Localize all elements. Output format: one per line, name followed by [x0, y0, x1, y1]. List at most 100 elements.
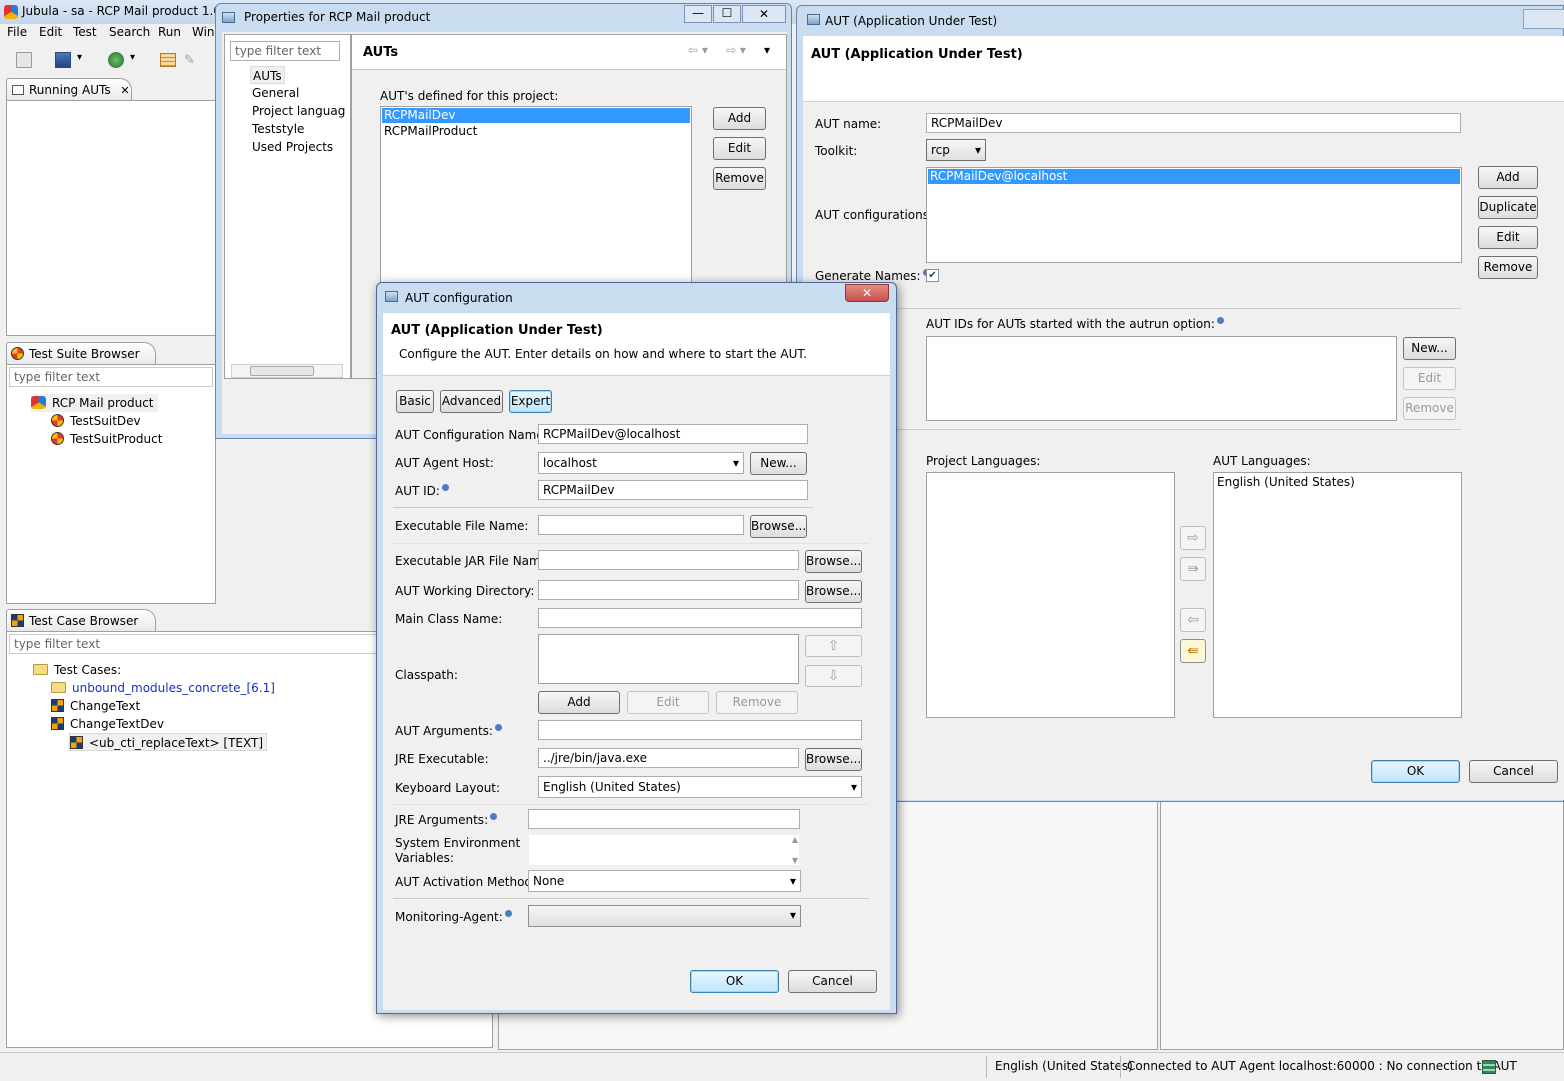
remove-language-button[interactable]: ⇦	[1180, 608, 1206, 632]
nav-item-auts[interactable]: AUTs	[250, 66, 285, 84]
dropdown-arrow-icon[interactable]: ▾	[130, 52, 135, 63]
project-languages-list[interactable]	[926, 472, 1175, 718]
mode-advanced-button[interactable]: Advanced	[440, 390, 503, 413]
keyboard-layout-select[interactable]: English (United States)	[538, 776, 862, 798]
activation-method-select[interactable]: None	[528, 870, 801, 892]
tree-item-project[interactable]: RCP Mail product	[31, 394, 158, 412]
filter-input[interactable]: type filter text	[9, 367, 213, 387]
back-arrow-icon[interactable]: ⇦ ▾	[688, 43, 708, 57]
aut-languages-list[interactable]: English (United States)	[1213, 472, 1462, 718]
remove-all-languages-button[interactable]: ⇚	[1180, 639, 1206, 663]
minimize-button[interactable]: —	[684, 5, 712, 23]
aut-name-input[interactable]: RCPMailDev	[926, 113, 1461, 133]
scroll-down-icon[interactable]: ▼	[792, 856, 798, 865]
save-all-icon[interactable]	[55, 52, 71, 68]
jre-executable-input[interactable]: ../jre/bin/java.exe	[538, 748, 799, 768]
menu-arrow-icon[interactable]: ▾	[764, 43, 770, 57]
nav-filter-input[interactable]: type filter text	[230, 41, 340, 61]
menu-test[interactable]: Test	[73, 25, 97, 39]
close-button[interactable]: ✕	[845, 284, 889, 302]
close-button[interactable]	[1523, 9, 1564, 29]
remove-config-button[interactable]: Remove	[1478, 256, 1538, 279]
list-item[interactable]: RCPMailDev	[382, 108, 690, 123]
browse-jre-button[interactable]: Browse...	[805, 748, 862, 771]
close-icon[interactable]: ✕	[120, 84, 129, 97]
nav-item-teststyle[interactable]: Teststyle	[252, 120, 304, 138]
tree-item-test-case-ref[interactable]: <ub_cti_replaceText> [TEXT]	[69, 733, 268, 751]
tree-item-root[interactable]: Test Cases:	[33, 661, 121, 679]
generate-names-checkbox[interactable]: ✔	[926, 269, 939, 282]
tree-item-suite[interactable]: TestSuitProduct	[51, 430, 162, 448]
aut-arguments-input[interactable]	[538, 720, 862, 740]
new-agent-button[interactable]: New...	[750, 452, 807, 475]
duplicate-config-button[interactable]: Duplicate	[1478, 196, 1538, 219]
save-icon[interactable]	[16, 52, 32, 68]
menu-edit[interactable]: Edit	[39, 25, 62, 39]
nav-item-used-projects[interactable]: Used Projects	[252, 138, 333, 156]
tab-test-case-browser[interactable]: Test Case Browser ✕	[6, 609, 156, 650]
tree-item-test-case[interactable]: ChangeTextDev	[51, 715, 164, 733]
tree-item-category[interactable]: unbound_modules_concrete_[6.1]	[51, 679, 275, 697]
add-all-languages-button[interactable]: ⇛	[1180, 557, 1206, 581]
move-down-button[interactable]: ⇩	[805, 665, 862, 687]
classpath-add-button[interactable]: Add	[538, 691, 620, 714]
edit-aut-id-button[interactable]: Edit	[1403, 367, 1456, 390]
monitoring-agent-select[interactable]	[528, 905, 801, 927]
close-button[interactable]: ✕	[742, 5, 786, 23]
env-variables-textarea[interactable]: ▲ ▼	[528, 834, 800, 866]
horizontal-scrollbar[interactable]	[231, 364, 343, 378]
remove-button[interactable]: Remove	[713, 167, 766, 190]
agent-host-select[interactable]: localhost	[538, 452, 744, 474]
tree-item-suite[interactable]: TestSuitDev	[51, 412, 141, 430]
aut-configurations-list[interactable]: RCPMailDev@localhost	[926, 167, 1462, 263]
browse-working-dir-button[interactable]: Browse...	[805, 580, 862, 603]
move-up-button[interactable]: ⇧	[805, 635, 862, 657]
edit-config-button[interactable]: Edit	[1478, 226, 1538, 249]
list-item[interactable]: English (United States)	[1214, 474, 1461, 491]
remove-aut-id-button[interactable]: Remove	[1403, 397, 1456, 420]
classpath-remove-button[interactable]: Remove	[716, 691, 798, 714]
aut-id-input[interactable]: RCPMailDev	[538, 480, 808, 500]
add-language-button[interactable]: ⇨	[1180, 526, 1206, 550]
add-button[interactable]: Add	[713, 107, 766, 130]
jre-arguments-input[interactable]	[528, 809, 800, 829]
globe-icon[interactable]	[108, 52, 124, 68]
scroll-up-icon[interactable]: ▲	[792, 835, 798, 844]
cancel-button[interactable]: Cancel	[1469, 760, 1558, 783]
nav-item-general[interactable]: General	[252, 84, 299, 102]
ok-button[interactable]: OK	[690, 970, 779, 993]
new-aut-id-button[interactable]: New...	[1403, 337, 1456, 360]
browse-jar-button[interactable]: Browse...	[805, 550, 862, 573]
nav-item-project-languages[interactable]: Project languag	[252, 102, 345, 120]
filter-input[interactable]: type filter text	[9, 634, 379, 654]
maximize-button[interactable]: ☐	[713, 5, 741, 23]
list-item[interactable]: RCPMailProduct	[382, 124, 690, 139]
browse-executable-button[interactable]: Browse...	[750, 515, 807, 538]
edit-button[interactable]: Edit	[713, 137, 766, 160]
menu-search[interactable]: Search	[109, 25, 150, 39]
tab-running-auts[interactable]: Running AUTs ✕	[6, 78, 132, 100]
executable-input[interactable]	[538, 515, 744, 535]
classpath-list[interactable]	[538, 634, 799, 684]
toolkit-select[interactable]: rcp	[926, 139, 986, 161]
autrun-list[interactable]	[926, 336, 1397, 421]
menu-file[interactable]: File	[7, 25, 27, 39]
scroll-thumb[interactable]	[250, 366, 314, 376]
tree-item-test-case[interactable]: ChangeText	[51, 697, 140, 715]
main-class-input[interactable]	[538, 608, 862, 628]
mode-expert-button[interactable]: Expert	[509, 390, 552, 413]
forward-arrow-icon[interactable]: ⇨ ▾	[726, 43, 746, 57]
menu-run[interactable]: Run	[158, 25, 181, 39]
jar-input[interactable]	[538, 550, 799, 570]
table-icon[interactable]	[160, 53, 176, 67]
working-dir-input[interactable]	[538, 580, 799, 600]
list-item[interactable]: RCPMailDev@localhost	[928, 169, 1460, 184]
cancel-button[interactable]: Cancel	[788, 970, 877, 993]
pencil-icon[interactable]: ✎	[184, 53, 195, 68]
menu-window[interactable]: Win	[192, 25, 215, 39]
tab-test-suite-browser[interactable]: Test Suite Browser ✕	[6, 342, 156, 383]
dropdown-arrow-icon[interactable]: ▾	[77, 52, 82, 63]
config-name-input[interactable]: RCPMailDev@localhost	[538, 424, 808, 444]
classpath-edit-button[interactable]: Edit	[627, 691, 709, 714]
add-config-button[interactable]: Add	[1478, 166, 1538, 189]
